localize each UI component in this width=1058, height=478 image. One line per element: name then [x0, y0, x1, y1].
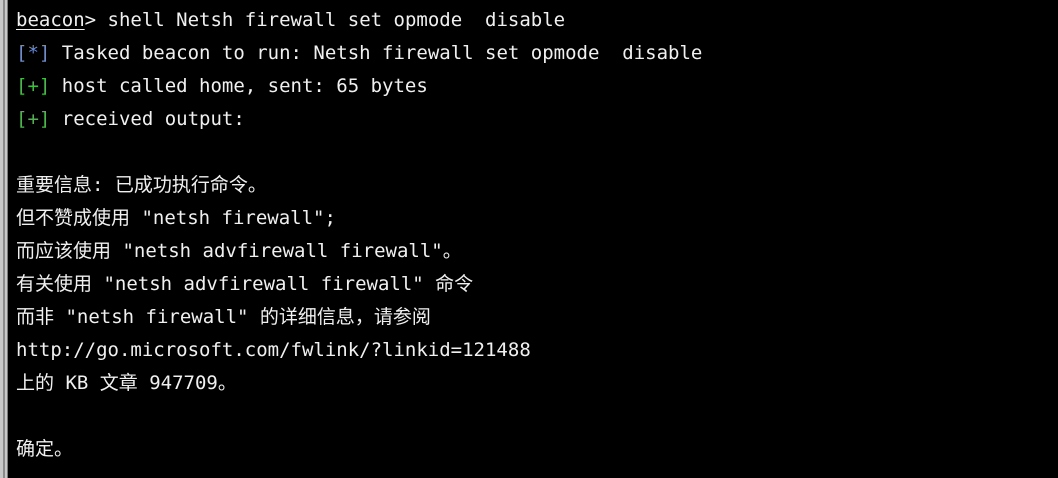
output-line-url: http://go.microsoft.com/fwlink/?linkid=1…	[16, 339, 531, 361]
beacon-prompt: beacon	[16, 9, 85, 31]
command-text: shell Netsh firewall set opmode disable	[107, 9, 566, 31]
log-text: Tasked beacon to run: Netsh firewall set…	[50, 42, 703, 64]
terminal-window[interactable]: beacon> shell Netsh firewall set opmode …	[0, 0, 1058, 478]
prompt-separator: >	[84, 9, 108, 31]
success-marker: [+]	[16, 108, 51, 130]
output-line: 但不赞成使用 "netsh firewall";	[16, 207, 336, 229]
log-text: received output:	[50, 108, 245, 130]
output-line: 而非 "netsh firewall" 的详细信息，请参阅	[16, 306, 431, 328]
output-line: 重要信息: 已成功执行命令。	[16, 174, 267, 196]
output-line: 上的 KB 文章 947709。	[16, 372, 237, 394]
log-line-host-called: [+] host called home, sent: 65 bytes	[16, 70, 1052, 103]
terminal-output: beacon> shell Netsh firewall set opmode …	[16, 4, 1052, 466]
success-marker: [+]	[16, 75, 51, 97]
log-line-received: [+] received output:	[16, 103, 1052, 136]
log-line-tasked: [*] Tasked beacon to run: Netsh firewall…	[16, 37, 1052, 70]
output-line: 有关使用 "netsh advfirewall firewall" 命令	[16, 273, 474, 295]
command-line: beacon> shell Netsh firewall set opmode …	[16, 4, 1052, 37]
info-marker: [*]	[16, 42, 51, 64]
log-text: host called home, sent: 65 bytes	[50, 75, 428, 97]
output-line-final: 确定。	[16, 438, 74, 460]
window-left-border	[0, 0, 8, 478]
output-line: 而应该使用 "netsh advfirewall firewall"。	[16, 240, 462, 262]
